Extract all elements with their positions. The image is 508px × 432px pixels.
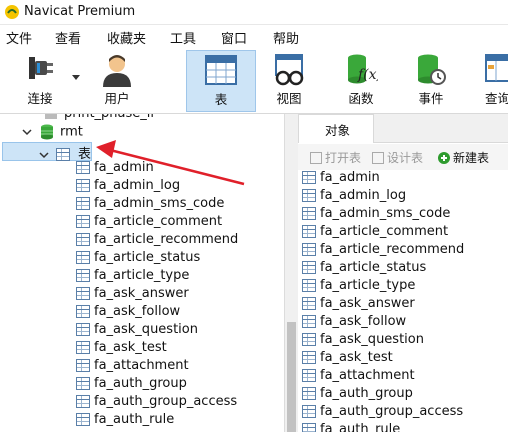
menu-favorites[interactable]: 收藏夹 — [107, 28, 146, 47]
object-table-item[interactable]: fa_ask_answer — [302, 296, 415, 314]
tab-objects-label: 对象 — [325, 123, 351, 138]
new-table-button[interactable]: 新建表 — [438, 149, 489, 166]
table-icon — [302, 369, 316, 382]
table-icon — [302, 225, 316, 238]
main-toolbar: 连接 用户 表 视图 f(x 函数 事件 查询 — [0, 47, 508, 114]
window-title: Navicat Premium — [24, 4, 136, 19]
table-icon — [302, 171, 316, 184]
open-table-icon — [310, 152, 322, 164]
connect-label: 连接 — [27, 91, 53, 106]
object-table-item-label: fa_article_recommend — [320, 242, 465, 257]
object-table-item[interactable]: fa_admin_sms_code — [302, 206, 450, 224]
user-label: 用户 — [104, 91, 130, 106]
table-icon — [302, 189, 316, 202]
table-icon — [302, 279, 316, 292]
object-table-item[interactable]: fa_article_comment — [302, 224, 448, 242]
table-icon — [302, 315, 316, 328]
table-icon — [302, 297, 316, 310]
table-label: 表 — [214, 92, 228, 107]
table-button[interactable]: 表 — [186, 50, 256, 112]
query-label: 查询 — [485, 91, 508, 106]
scrollbar-thumb[interactable] — [287, 322, 296, 432]
table-icon — [302, 387, 316, 400]
open-table-label: 打开表 — [325, 151, 362, 165]
view-icon — [275, 54, 304, 86]
object-table-item-label: fa_admin — [320, 170, 380, 185]
object-table-item-label: fa_article_type — [320, 278, 416, 293]
open-table-button[interactable]: 打开表 — [310, 149, 361, 166]
object-table-item[interactable]: fa_article_status — [302, 260, 426, 278]
table-icon — [302, 207, 316, 220]
design-table-button[interactable]: 设计表 — [372, 149, 423, 166]
table-icon — [302, 261, 316, 274]
objects-toolbar: 打开表 设计表 新建表 — [298, 144, 508, 170]
object-table-item-label: fa_article_status — [320, 260, 427, 275]
table-icon — [205, 55, 237, 85]
chevron-down-icon[interactable] — [72, 75, 80, 81]
function-icon: f(x) — [348, 54, 378, 84]
object-table-item[interactable]: fa_ask_question — [302, 332, 424, 350]
object-table-item-label: fa_article_comment — [320, 224, 449, 239]
annotation-arrow — [96, 140, 245, 186]
object-table-item-label: fa_admin_log — [320, 188, 407, 203]
table-icon — [302, 423, 316, 432]
object-table-item-label: fa_auth_group_access — [320, 404, 464, 419]
query-icon — [485, 54, 508, 82]
navigation-tree: print_phase_ii rmt 表 fa_adminfa_admin_lo… — [0, 114, 284, 432]
object-table-item[interactable]: fa_auth_group — [302, 386, 413, 404]
object-table-item-label: fa_auth_group — [320, 386, 413, 401]
view-button[interactable]: 视图 — [258, 47, 320, 113]
object-table-item-label: fa_admin_sms_code — [320, 206, 451, 221]
table-icon — [302, 405, 316, 418]
user-button[interactable]: 用户 — [88, 47, 146, 113]
view-label: 视图 — [276, 91, 302, 106]
object-table-item[interactable]: fa_article_type — [302, 278, 415, 296]
scrollbar[interactable] — [284, 114, 299, 432]
objects-tab-strip: 对象 — [298, 114, 508, 143]
user-icon — [103, 55, 131, 87]
object-table-item-label: fa_attachment — [320, 368, 415, 383]
event-button[interactable]: 事件 — [400, 47, 462, 113]
function-button[interactable]: f(x) 函数 — [330, 47, 392, 113]
object-table-item[interactable]: fa_attachment — [302, 368, 415, 386]
menu-file[interactable]: 文件 — [6, 28, 32, 47]
object-table-item-label: fa_ask_answer — [320, 296, 415, 311]
object-table-item-label: fa_ask_question — [320, 332, 424, 347]
table-icon — [302, 333, 316, 346]
object-table-item[interactable]: fa_article_recommend — [302, 242, 464, 260]
object-table-item[interactable]: fa_ask_test — [302, 350, 393, 368]
tab-objects[interactable]: 对象 — [298, 114, 374, 143]
object-table-item-label: fa_ask_follow — [320, 314, 407, 329]
plus-icon — [438, 152, 450, 164]
title-bar: Navicat Premium — [0, 0, 508, 25]
object-table-item-label: fa_auth_rule — [320, 422, 401, 432]
object-table-item-label: fa_ask_test — [320, 350, 393, 365]
event-label: 事件 — [418, 91, 444, 106]
event-icon — [418, 54, 446, 85]
object-table-item[interactable]: fa_auth_rule — [302, 422, 400, 432]
object-table-item[interactable]: fa_admin_log — [302, 188, 406, 206]
menu-tools[interactable]: 工具 — [170, 28, 196, 47]
menu-help[interactable]: 帮助 — [273, 28, 299, 47]
new-table-label: 新建表 — [453, 151, 490, 165]
menu-view[interactable]: 查看 — [55, 28, 81, 47]
plug-icon — [29, 57, 53, 79]
design-table-label: 设计表 — [387, 151, 424, 165]
navicat-app-icon — [5, 5, 19, 19]
table-icon — [302, 243, 316, 256]
menu-window[interactable]: 窗口 — [221, 28, 247, 47]
object-table-item[interactable]: fa_ask_follow — [302, 314, 406, 332]
object-table-item[interactable]: fa_admin — [302, 170, 380, 188]
query-button[interactable]: 查询 — [476, 47, 508, 113]
table-icon — [302, 351, 316, 364]
menu-bar: 文件 查看 收藏夹 工具 窗口 帮助 — [0, 25, 508, 47]
object-table-item[interactable]: fa_auth_group_access — [302, 404, 463, 422]
objects-panel: 对象 打开表 设计表 新建表 fa_admin fa_admin_log fa_ad… — [298, 114, 508, 432]
svg-text:f(x): f(x) — [357, 67, 378, 83]
function-label: 函数 — [348, 91, 374, 106]
connect-button[interactable]: 连接 — [10, 47, 82, 113]
design-table-icon — [372, 152, 384, 164]
